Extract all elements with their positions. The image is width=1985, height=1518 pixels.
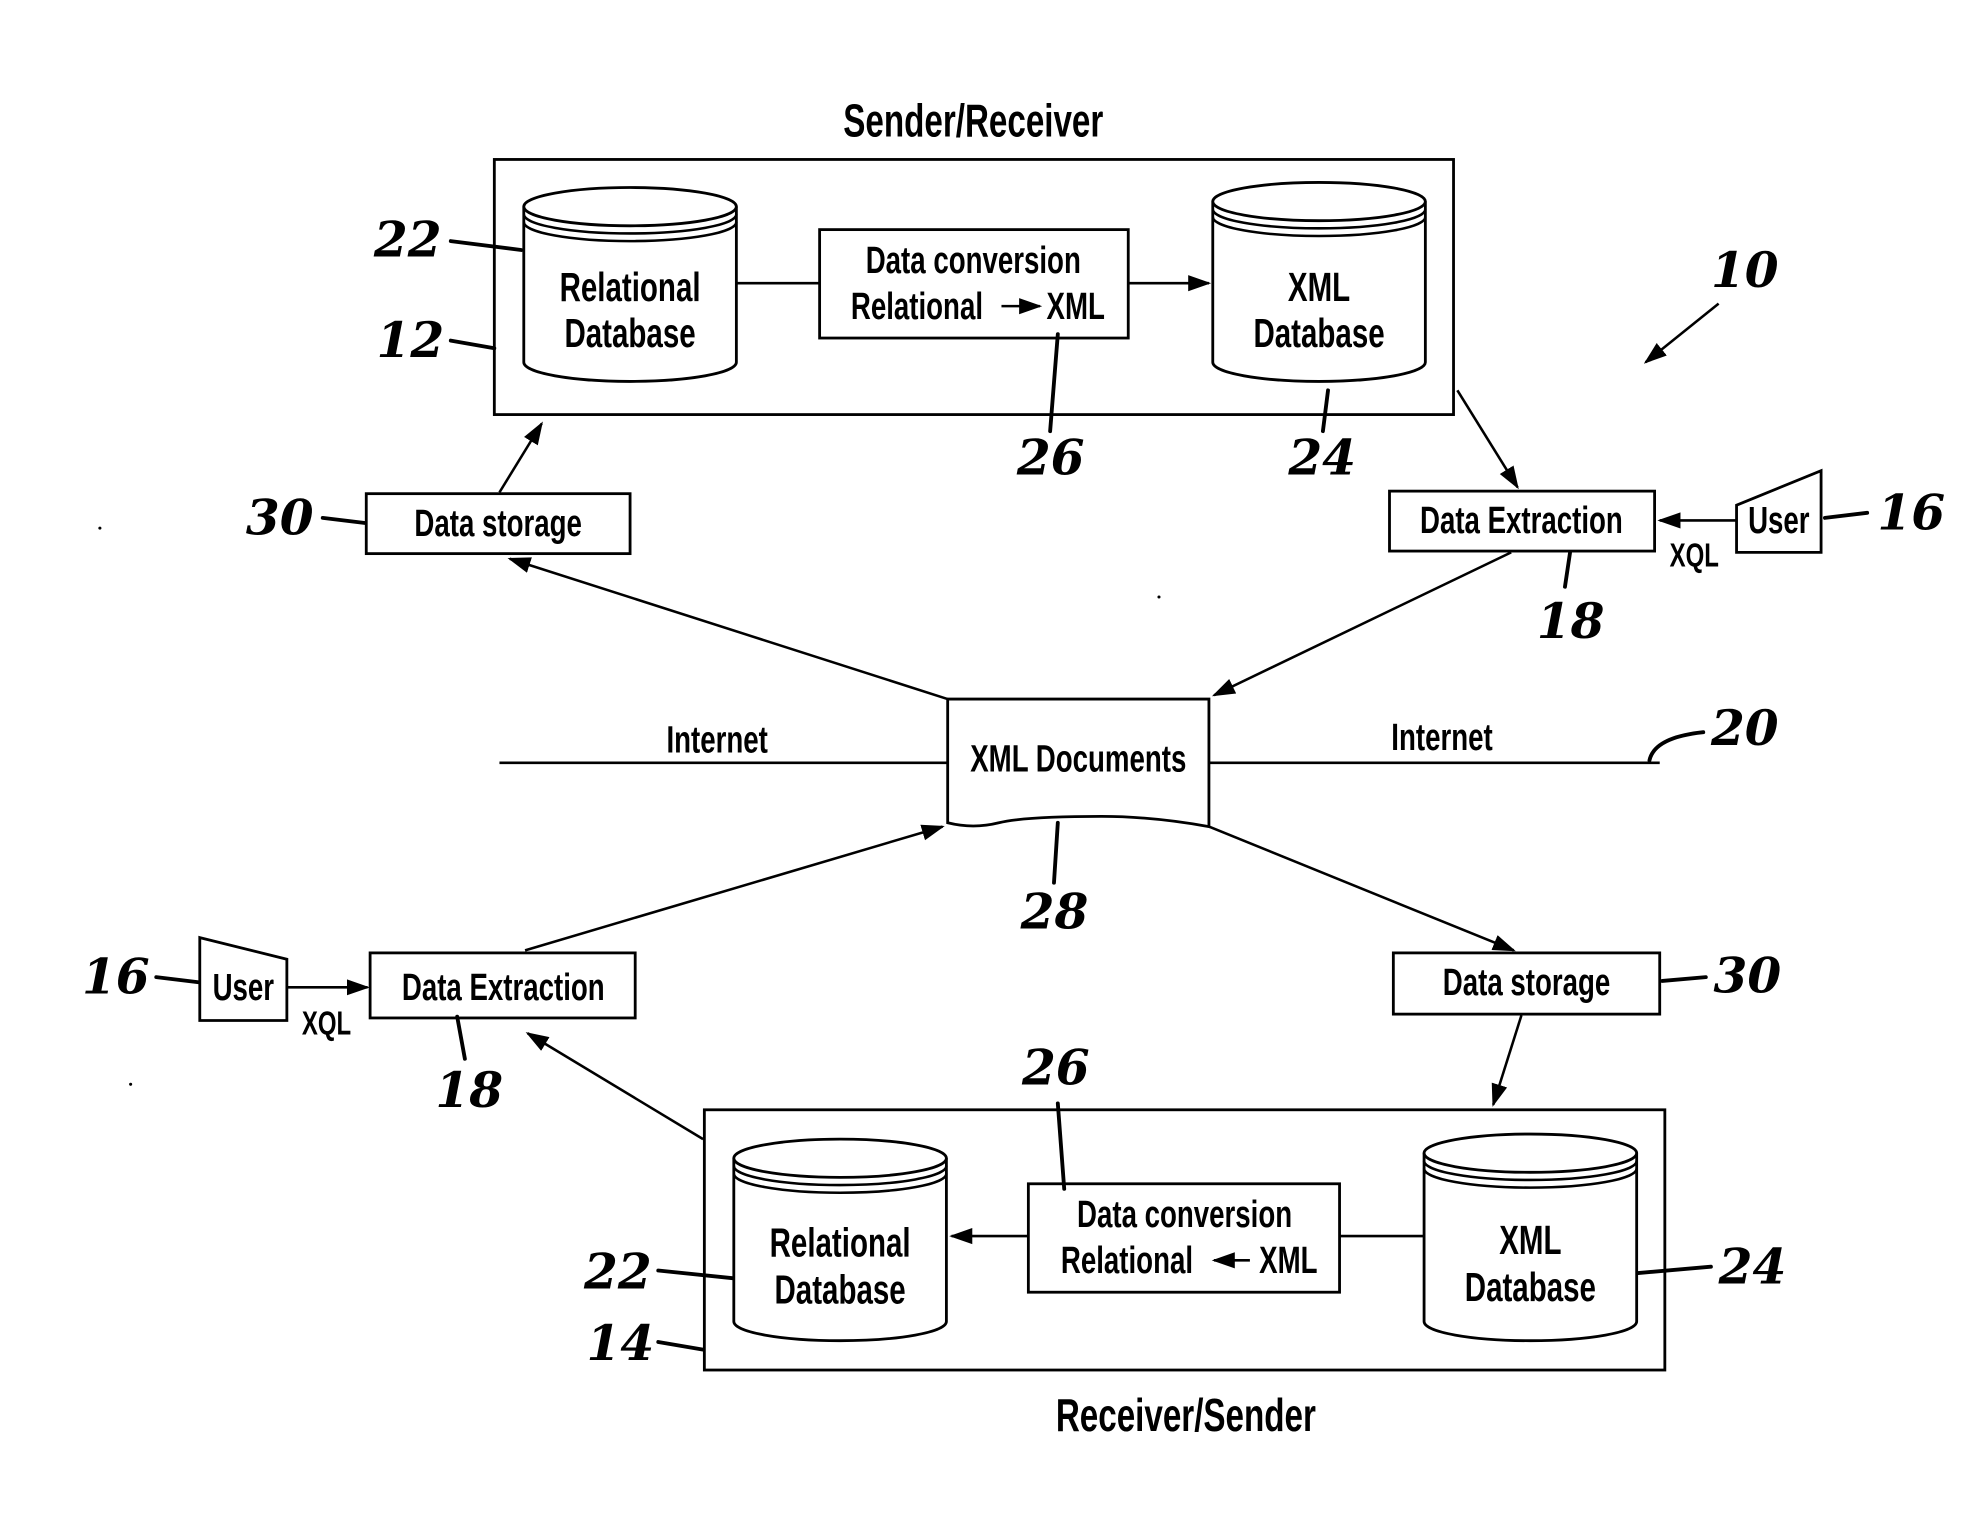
flow-bottom-extraction-to-docs bbox=[524, 824, 945, 952]
ref-numeral: 16 bbox=[1877, 484, 1945, 541]
storage-label: Data storage bbox=[414, 503, 582, 545]
db-label-line1: Relational bbox=[560, 264, 701, 310]
ref-numeral: 30 bbox=[1714, 948, 1782, 1005]
db-label-line1: Relational bbox=[770, 1220, 911, 1266]
bottom-data-extraction: Data Extraction bbox=[368, 951, 637, 1020]
internet-label-left: Internet bbox=[666, 719, 767, 761]
bottom-xml-database: XML Database bbox=[1422, 1132, 1639, 1343]
ref-numeral: 26 bbox=[1016, 430, 1085, 487]
converter-to-label: Relational bbox=[1061, 1240, 1193, 1282]
converter-label-line1: Data conversion bbox=[1077, 1194, 1292, 1236]
db-label-line2: Database bbox=[775, 1267, 906, 1313]
converter-from-label: XML bbox=[1259, 1240, 1317, 1282]
scan-speck bbox=[98, 526, 102, 530]
ref-numeral: 28 bbox=[1020, 884, 1089, 941]
ref-numeral: 24 bbox=[1287, 430, 1356, 487]
scan-speck bbox=[1157, 595, 1161, 599]
extraction-label: Data Extraction bbox=[402, 967, 605, 1009]
top-data-storage: Data storage bbox=[364, 492, 632, 556]
extraction-label: Data Extraction bbox=[1420, 500, 1623, 542]
top-relational-database: Relational Database bbox=[522, 186, 738, 383]
db-label-line1: XML bbox=[1288, 264, 1350, 310]
bottom-user: User bbox=[198, 935, 289, 1022]
ref-numeral: 22 bbox=[583, 1243, 652, 1300]
flow-docs-to-bottom-storage bbox=[1208, 825, 1516, 952]
ref-numeral: 12 bbox=[377, 312, 445, 369]
ref-numeral: 24 bbox=[1718, 1238, 1787, 1295]
ref-numeral: 18 bbox=[435, 1062, 503, 1119]
top-data-converter: Data conversion Relational XML bbox=[818, 228, 1130, 340]
ref-numeral: 18 bbox=[1537, 593, 1605, 650]
system-pointer-arrow bbox=[1643, 302, 1720, 364]
top-data-extraction: Data Extraction bbox=[1388, 489, 1657, 553]
bottom-site-title: Receiver/Sender bbox=[1056, 1391, 1316, 1441]
xml-documents: XML Documents bbox=[946, 697, 1211, 829]
system-diagram: Sender/Receiver Relational Database Data… bbox=[82, 96, 1945, 1441]
ref-numeral: 16 bbox=[82, 949, 150, 1006]
converter-to-label: XML bbox=[1047, 286, 1105, 328]
flow-top-extraction-to-docs bbox=[1211, 551, 1512, 697]
flow-docs-to-top-storage bbox=[507, 557, 949, 701]
converter-label-line1: Data conversion bbox=[866, 240, 1081, 282]
xql-label: XQL bbox=[1670, 538, 1719, 575]
top-user: User bbox=[1735, 468, 1823, 554]
db-label-line2: Database bbox=[564, 310, 695, 356]
top-site-title: Sender/Receiver bbox=[843, 96, 1103, 146]
scan-speck bbox=[129, 1082, 133, 1086]
ref-numeral: 26 bbox=[1021, 1039, 1090, 1096]
system-ref-numeral: 10 bbox=[1711, 242, 1779, 299]
db-label-line2: Database bbox=[1465, 1264, 1596, 1310]
ref-numeral: 14 bbox=[587, 1315, 655, 1372]
ref-numeral: 30 bbox=[246, 490, 314, 547]
db-label-line1: XML bbox=[1499, 1217, 1561, 1263]
top-xml-database: XML Database bbox=[1211, 181, 1427, 383]
bottom-data-converter: Data conversion Relational XML bbox=[1026, 1182, 1341, 1294]
internet-label-right: Internet bbox=[1391, 717, 1492, 759]
ref-numeral: 22 bbox=[373, 211, 442, 268]
xql-label: XQL bbox=[302, 1006, 351, 1043]
bottom-relational-database: Relational Database bbox=[732, 1137, 948, 1343]
storage-label: Data storage bbox=[1443, 962, 1611, 1004]
converter-from-label: Relational bbox=[851, 286, 983, 328]
flow-bottom-site-to-extraction bbox=[525, 1032, 704, 1141]
documents-label: XML Documents bbox=[970, 739, 1186, 781]
user-label: User bbox=[213, 967, 274, 1009]
db-label-line2: Database bbox=[1253, 310, 1384, 356]
ref-numeral: 20 bbox=[1710, 700, 1779, 757]
bottom-data-storage: Data storage bbox=[1391, 951, 1662, 1016]
user-label: User bbox=[1748, 500, 1809, 542]
